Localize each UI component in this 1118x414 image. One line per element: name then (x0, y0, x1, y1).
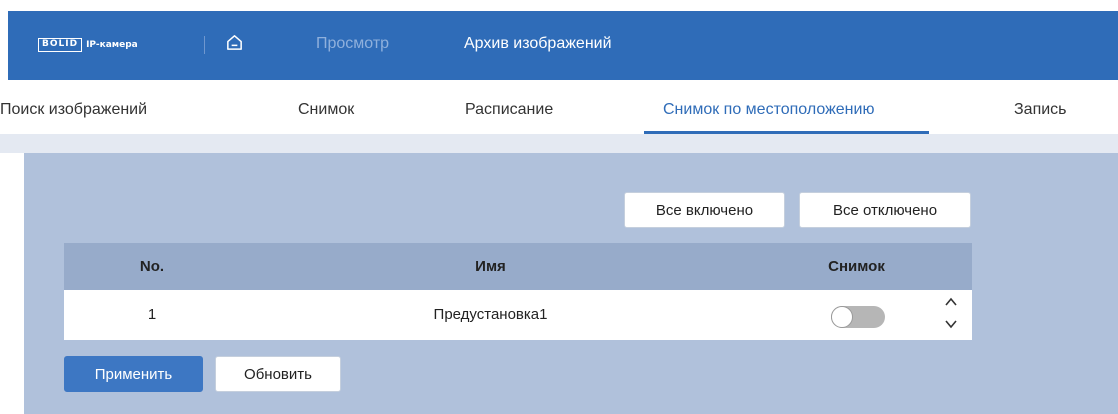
scroll-up-icon[interactable] (944, 295, 958, 309)
tab-bar: Поиск изображений Снимок Расписание Сним… (0, 80, 1118, 134)
tab-schedule[interactable]: Расписание (465, 100, 553, 120)
logo-subtitle: IP-камера (86, 39, 138, 50)
tab-record[interactable]: Запись (1014, 100, 1067, 120)
enable-all-button[interactable]: Все включено (624, 192, 785, 228)
preset-name: Предустановка1 (433, 306, 548, 323)
column-header-no: No. (139, 258, 165, 275)
tab-preset-snapshot[interactable]: Снимок по местоположению (663, 100, 874, 120)
tab-snapshot[interactable]: Снимок (298, 100, 354, 120)
content-divider-strip (0, 134, 1118, 153)
nav-image-archive[interactable]: Архив изображений (464, 32, 612, 56)
toggle-knob (831, 306, 853, 328)
nav-divider (204, 36, 205, 54)
row-number: 1 (147, 306, 157, 323)
nav-view[interactable]: Просмотр (316, 32, 389, 56)
brand-logo: BOLID IP-камера (38, 37, 138, 52)
logo-mark: BOLID (38, 37, 83, 52)
disable-all-button[interactable]: Все отключено (799, 192, 971, 228)
tab-image-search[interactable]: Поиск изображений (0, 100, 147, 120)
snapshot-toggle[interactable] (831, 306, 885, 328)
scroll-down-icon[interactable] (944, 317, 958, 331)
refresh-button[interactable]: Обновить (215, 356, 341, 392)
column-header-name: Имя (475, 258, 506, 275)
table-header: No. Имя Снимок (64, 243, 972, 290)
column-header-snapshot: Снимок (828, 258, 885, 275)
home-icon[interactable] (225, 33, 244, 52)
apply-button[interactable]: Применить (64, 356, 203, 392)
table-row: 1 Предустановка1 (64, 290, 972, 340)
top-navigation-bar: BOLID IP-камера Просмотр Архив изображен… (8, 11, 1118, 80)
